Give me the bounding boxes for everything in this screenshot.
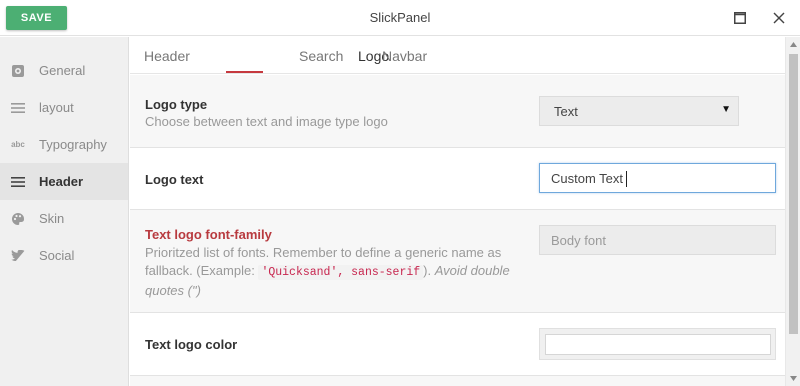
app-title: SlickPanel: [369, 10, 431, 25]
close-icon: [773, 12, 785, 24]
select-value: Text: [554, 104, 578, 119]
scrollbar-thumb[interactable]: [789, 54, 798, 334]
font-family-input[interactable]: Body font: [539, 225, 776, 255]
maximize-icon: [734, 12, 746, 24]
gear-icon: [10, 63, 26, 79]
sidebar-item-label: Header: [39, 174, 84, 189]
tab-header[interactable]: Header: [144, 48, 190, 64]
sidebar-item-social[interactable]: Social: [0, 237, 128, 274]
sidebar-item-header[interactable]: Header: [0, 163, 128, 200]
sidebar-item-label: Social: [39, 248, 75, 263]
scroll-down-button[interactable]: [786, 371, 800, 386]
sidebar-item-label: Typography: [39, 137, 107, 152]
abc-icon: abc: [11, 140, 25, 149]
setting-label: Text logo font-family: [145, 227, 272, 242]
setting-label: Logo text: [145, 172, 204, 187]
setting-row-font-family: Text logo font-family Prioritzed list of…: [130, 210, 785, 313]
logo-color-picker[interactable]: [539, 328, 776, 360]
setting-row-logo-color: Text logo color: [130, 313, 785, 376]
setting-description: Choose between text and image type logo: [145, 114, 388, 129]
maximize-button[interactable]: [728, 6, 752, 30]
lines-icon: [10, 100, 26, 116]
input-value: Custom Text: [551, 171, 624, 186]
description-text: ).: [423, 263, 435, 278]
logo-text-input[interactable]: Custom Text: [539, 163, 776, 193]
sidebar: General layout abc Typography Header Ski…: [0, 37, 129, 386]
chevron-down-icon: [790, 376, 797, 381]
lines-icon: [10, 174, 26, 190]
tab-search[interactable]: Search: [299, 48, 343, 64]
sidebar-item-skin[interactable]: Skin: [0, 200, 128, 237]
sidebar-item-general[interactable]: General: [0, 52, 128, 89]
tab-navbar[interactable]: Navbar: [382, 48, 427, 64]
logo-type-select[interactable]: Text ▼: [539, 96, 739, 126]
setting-label: Logo type: [145, 97, 208, 112]
settings-panel: Logo type Choose between text and image …: [130, 75, 785, 386]
sidebar-item-label: layout: [39, 100, 74, 115]
sidebar-item-layout[interactable]: layout: [0, 89, 128, 126]
sidebar-item-label: General: [39, 63, 86, 78]
close-button[interactable]: [767, 6, 791, 30]
scrollbar[interactable]: [785, 37, 800, 386]
text-cursor: [626, 171, 627, 187]
input-placeholder: Body font: [551, 233, 606, 248]
palette-icon: [10, 211, 26, 227]
tab-bar: Header Logo Search Navbar: [130, 37, 785, 74]
chevron-up-icon: [790, 42, 797, 47]
setting-description: Prioritzed list of fonts. Remember to de…: [145, 244, 520, 300]
setting-row-logo-type: Logo type Choose between text and image …: [130, 75, 785, 148]
setting-row-logo-text: Logo text Custom Text: [130, 148, 785, 210]
scroll-up-button[interactable]: [786, 37, 800, 52]
twitter-icon: [10, 248, 26, 264]
sidebar-item-label: Skin: [39, 211, 65, 226]
sidebar-item-typography[interactable]: abc Typography: [0, 126, 128, 163]
active-tab-indicator: [226, 71, 263, 73]
color-input[interactable]: [545, 334, 771, 355]
code-example: 'Quicksand', sans-serif: [258, 265, 424, 280]
title-bar: SAVE SlickPanel: [0, 0, 800, 36]
setting-label: Text logo color: [145, 337, 238, 352]
chevron-down-icon: ▼: [721, 104, 731, 115]
